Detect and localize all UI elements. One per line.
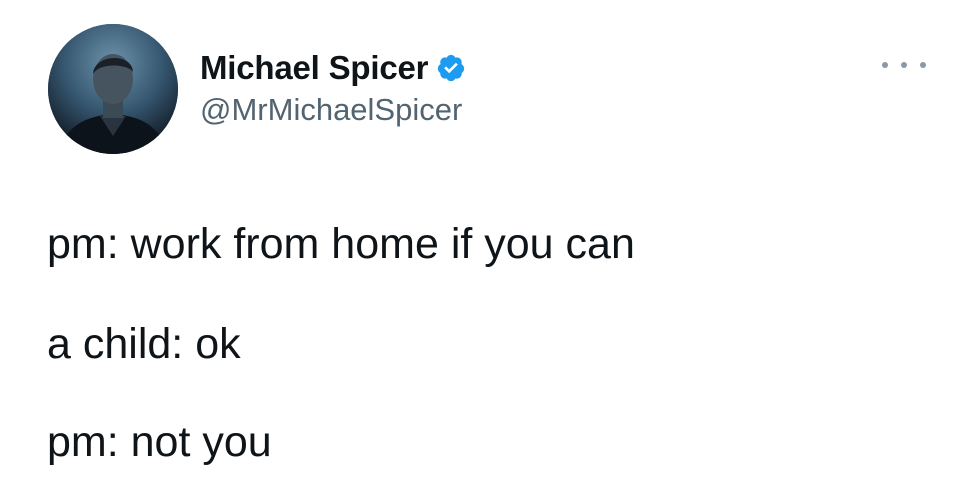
name-row: Michael Spicer bbox=[200, 48, 466, 88]
more-dot bbox=[920, 62, 926, 68]
tweet-text-line: pm: not you bbox=[47, 418, 272, 466]
tweet-header: Michael Spicer @MrMichaelSpicer bbox=[200, 48, 466, 128]
more-dot bbox=[901, 62, 907, 68]
verified-badge-icon bbox=[436, 53, 466, 83]
avatar[interactable] bbox=[48, 24, 178, 154]
more-horizontal-icon[interactable] bbox=[882, 55, 926, 75]
tweet-card: Michael Spicer @MrMichaelSpicer pm: work… bbox=[0, 0, 960, 502]
display-name[interactable]: Michael Spicer bbox=[200, 49, 428, 87]
user-handle[interactable]: @MrMichaelSpicer bbox=[200, 92, 466, 128]
more-dot bbox=[882, 62, 888, 68]
tweet-text-line: a child: ok bbox=[47, 320, 241, 368]
tweet-text-line: pm: work from home if you can bbox=[47, 220, 635, 268]
avatar-image bbox=[48, 24, 178, 154]
